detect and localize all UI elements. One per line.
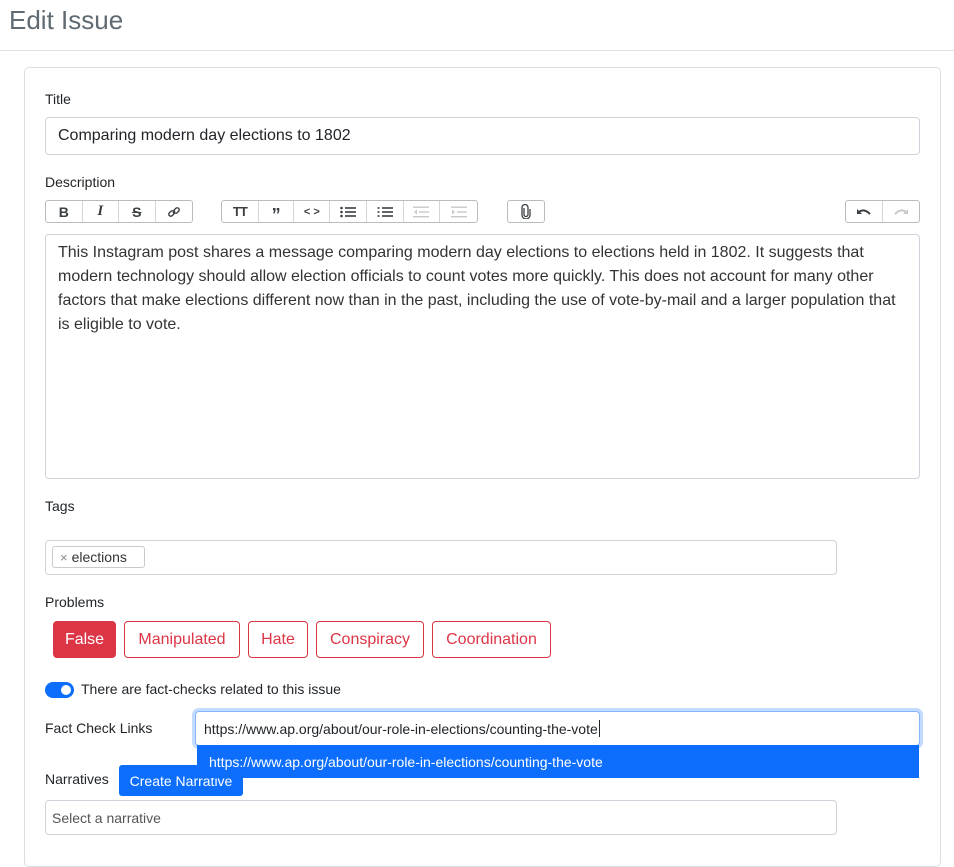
undo-button[interactable] xyxy=(846,201,883,222)
bold-icon: B xyxy=(58,203,69,220)
page-header: Edit Issue xyxy=(0,0,954,51)
problem-false-button[interactable]: False xyxy=(53,621,116,658)
undo-icon xyxy=(857,208,871,215)
fact-check-toggle-label: There are fact-checks related to this is… xyxy=(81,681,341,697)
fact-check-link-input[interactable]: https://www.ap.org/about/our-role-in-ele… xyxy=(195,711,920,746)
link-button[interactable] xyxy=(156,201,192,222)
italic-button[interactable]: I xyxy=(83,201,119,222)
attach-button[interactable] xyxy=(508,201,544,222)
narrative-placeholder: Select a narrative xyxy=(52,809,161,826)
indent-icon xyxy=(450,206,467,217)
redo-icon xyxy=(894,208,908,215)
strikethrough-button[interactable]: S xyxy=(119,201,156,222)
fact-check-link-value: https://www.ap.org/about/our-role-in-ele… xyxy=(204,720,598,737)
description-editor[interactable]: This Instagram post shares a message com… xyxy=(45,234,920,479)
heading-button[interactable]: TT xyxy=(222,201,259,222)
fact-check-suggestion-item[interactable]: https://www.ap.org/about/our-role-in-ele… xyxy=(197,745,919,778)
tag-label: elections xyxy=(71,549,127,565)
tags-label: Tags xyxy=(45,498,75,514)
page-title: Edit Issue xyxy=(9,5,124,35)
toolbar-history-group xyxy=(845,200,920,223)
toggle-knob xyxy=(61,685,71,695)
toolbar-text-style-group: B I S xyxy=(45,200,193,223)
toolbar-block-group: TT ” < > xyxy=(221,200,478,225)
description-label: Description xyxy=(45,174,116,190)
narrative-select[interactable]: Select a narrative xyxy=(45,800,837,835)
toolbar-attach-group xyxy=(507,200,545,223)
fact-check-links-label: Fact Check Links xyxy=(45,720,153,736)
bold-button[interactable]: B xyxy=(46,201,83,222)
code-icon: < > xyxy=(303,205,320,218)
italic-icon: I xyxy=(97,203,104,219)
remove-tag-icon[interactable]: × xyxy=(60,550,68,565)
problem-hate-button[interactable]: Hate xyxy=(248,621,308,658)
outdent-icon xyxy=(413,206,430,217)
outdent-button[interactable] xyxy=(404,201,441,222)
tag-chip: × elections xyxy=(52,546,145,568)
link-icon xyxy=(167,206,180,217)
quote-icon: ” xyxy=(271,204,281,225)
heading-icon: TT xyxy=(232,204,248,219)
problem-manipulated-button[interactable]: Manipulated xyxy=(124,621,240,658)
text-caret xyxy=(598,720,600,737)
numbered-list-icon xyxy=(377,206,393,217)
problem-coordination-button[interactable]: Coordination xyxy=(432,621,551,658)
title-input-value: Comparing modern day elections to 1802 xyxy=(58,127,351,144)
bullet-list-icon xyxy=(340,206,357,217)
code-button[interactable]: < > xyxy=(294,201,331,222)
tags-input[interactable]: × elections xyxy=(45,540,837,575)
title-label: Title xyxy=(45,91,71,107)
title-input[interactable]: Comparing modern day elections to 1802 xyxy=(45,117,920,155)
fact-check-toggle[interactable] xyxy=(45,682,74,698)
problem-conspiracy-button[interactable]: Conspiracy xyxy=(316,621,424,658)
quote-button[interactable]: ” xyxy=(259,201,295,225)
redo-button[interactable] xyxy=(883,201,919,222)
strikethrough-icon: S xyxy=(132,203,142,220)
bullet-list-button[interactable] xyxy=(330,201,367,222)
narratives-label: Narratives xyxy=(45,771,109,787)
attach-icon xyxy=(521,204,531,219)
problems-label: Problems xyxy=(45,594,105,610)
numbered-list-button[interactable] xyxy=(367,201,404,222)
indent-button[interactable] xyxy=(440,201,477,222)
